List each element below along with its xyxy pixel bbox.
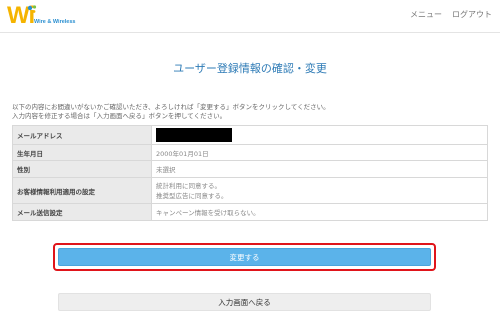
row-value-birthdate: 2000年01月01日 <box>151 144 488 161</box>
table-row: メール送信設定 キャンペーン情報を受け取らない。 <box>12 203 488 221</box>
logo-subtext: Wire & Wireless <box>34 19 76 25</box>
back-to-input-button[interactable]: 入力画面へ戻る <box>58 293 431 311</box>
table-row: 性別 未選択 <box>12 160 488 178</box>
table-row: お客様情報利用適用の設定 統計利用に同意する。 推奨型広告に同意する。 <box>12 177 488 204</box>
change-button[interactable]: 変更する <box>58 248 431 266</box>
row-value-mail-setting: キャンペーン情報を受け取らない。 <box>151 203 488 221</box>
header: Wi Wire & Wireless メニュー ログアウト <box>0 0 500 33</box>
row-label-mail-setting: メール送信設定 <box>12 203 152 221</box>
wi2-logo[interactable]: Wi Wire & Wireless <box>7 3 77 31</box>
table-row: 生年月日 2000年01月01日 <box>12 144 488 161</box>
menu-link[interactable]: メニュー <box>410 9 442 20</box>
wifi-dots-icon <box>27 5 37 13</box>
row-label-email: メールアドレス <box>12 125 152 145</box>
instruction-text: 入力内容を修正する場合は「入力画面へ戻る」ボタンを押してください。 <box>12 112 227 120</box>
row-label-gender: 性別 <box>12 160 152 178</box>
redacted-email <box>156 128 232 142</box>
table-row: メールアドレス <box>12 125 488 145</box>
row-value-email <box>151 125 488 145</box>
row-value-gender: 未選択 <box>151 160 488 178</box>
row-label-info-usage: お客様情報利用適用の設定 <box>12 177 152 204</box>
page-title: ユーザー登録情報の確認・変更 <box>173 62 327 75</box>
row-value-info-usage: 統計利用に同意する。 推奨型広告に同意する。 <box>151 177 488 204</box>
user-info-table: メールアドレス 生年月日 2000年01月01日 性別 未選択 お客様情報利用適… <box>12 125 488 221</box>
info-usage-line-1: 統計利用に同意する。 <box>156 181 221 190</box>
logout-link[interactable]: ログアウト <box>452 9 492 20</box>
info-usage-line-2: 推奨型広告に同意する。 <box>156 191 228 200</box>
row-label-birthdate: 生年月日 <box>12 144 152 161</box>
